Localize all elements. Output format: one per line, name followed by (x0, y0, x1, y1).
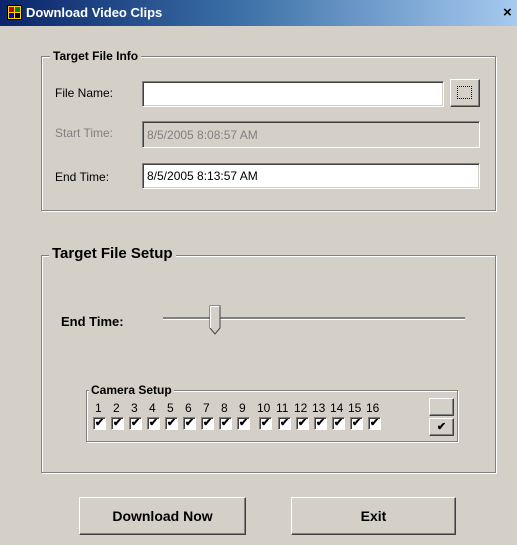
target-file-setup-legend: Target File Setup (49, 245, 176, 262)
camera-9-number: 9 (239, 401, 246, 415)
exit-button[interactable]: Exit (291, 497, 456, 535)
end-time-label: End Time: (55, 170, 110, 184)
end-time-slider-track[interactable] (163, 317, 465, 320)
close-icon[interactable]: × (503, 3, 517, 23)
camera-4-checkbox[interactable]: ✔ (147, 417, 160, 430)
camera-6-checkbox[interactable]: ✔ (183, 417, 196, 430)
camera-14-number: 14 (330, 401, 344, 415)
browse-icon (457, 86, 472, 99)
camera-3-checkbox[interactable]: ✔ (129, 417, 142, 430)
camera-4-number: 4 (149, 401, 156, 415)
window-title: Download Video Clips (26, 5, 163, 20)
camera-3-number: 3 (131, 401, 138, 415)
end-time-slider-thumb[interactable] (209, 305, 221, 335)
checkmark-icon: ✔ (436, 421, 447, 433)
camera-12-checkbox[interactable]: ✔ (296, 417, 309, 430)
camera-14-checkbox[interactable]: ✔ (332, 417, 345, 430)
camera-5-number: 5 (167, 401, 174, 415)
camera-11-checkbox[interactable]: ✔ (278, 417, 291, 430)
camera-13-checkbox[interactable]: ✔ (314, 417, 327, 430)
start-time-label: Start Time: (55, 126, 114, 140)
download-now-button[interactable]: Download Now (79, 497, 246, 535)
clear-all-cameras-button[interactable] (429, 398, 454, 416)
end-time-slider-label: End Time: (61, 314, 124, 329)
camera-15-number: 15 (348, 401, 362, 415)
camera-10-checkbox[interactable]: ✔ (259, 417, 272, 430)
camera-16-checkbox[interactable]: ✔ (368, 417, 381, 430)
camera-7-number: 7 (203, 401, 210, 415)
file-name-label: File Name: (55, 86, 114, 100)
app-icon (7, 5, 22, 20)
camera-11-number: 11 (276, 401, 289, 415)
camera-13-number: 13 (312, 401, 326, 415)
camera-6-number: 6 (185, 401, 192, 415)
camera-2-number: 2 (113, 401, 120, 415)
download-video-clips-window: Download Video Clips × Target File Info … (0, 0, 517, 545)
camera-8-number: 8 (221, 401, 228, 415)
camera-10-number: 10 (257, 401, 271, 415)
file-name-field[interactable] (142, 81, 444, 107)
camera-1-checkbox[interactable]: ✔ (93, 417, 106, 430)
camera-9-checkbox[interactable]: ✔ (237, 417, 250, 430)
browse-button[interactable] (450, 79, 480, 107)
camera-16-number: 16 (366, 401, 380, 415)
target-file-info-legend: Target File Info (50, 49, 142, 63)
camera-15-checkbox[interactable]: ✔ (350, 417, 363, 430)
end-time-field[interactable] (142, 163, 480, 189)
start-time-field (142, 121, 480, 148)
camera-setup-group (86, 390, 458, 442)
camera-1-number: 1 (95, 401, 102, 415)
camera-5-checkbox[interactable]: ✔ (165, 417, 178, 430)
camera-setup-legend: Camera Setup (89, 383, 174, 397)
camera-12-number: 12 (294, 401, 308, 415)
select-all-cameras-button[interactable]: ✔ (429, 418, 454, 436)
camera-8-checkbox[interactable]: ✔ (219, 417, 232, 430)
title-bar[interactable]: Download Video Clips × (0, 0, 517, 26)
camera-7-checkbox[interactable]: ✔ (201, 417, 214, 430)
camera-2-checkbox[interactable]: ✔ (111, 417, 124, 430)
